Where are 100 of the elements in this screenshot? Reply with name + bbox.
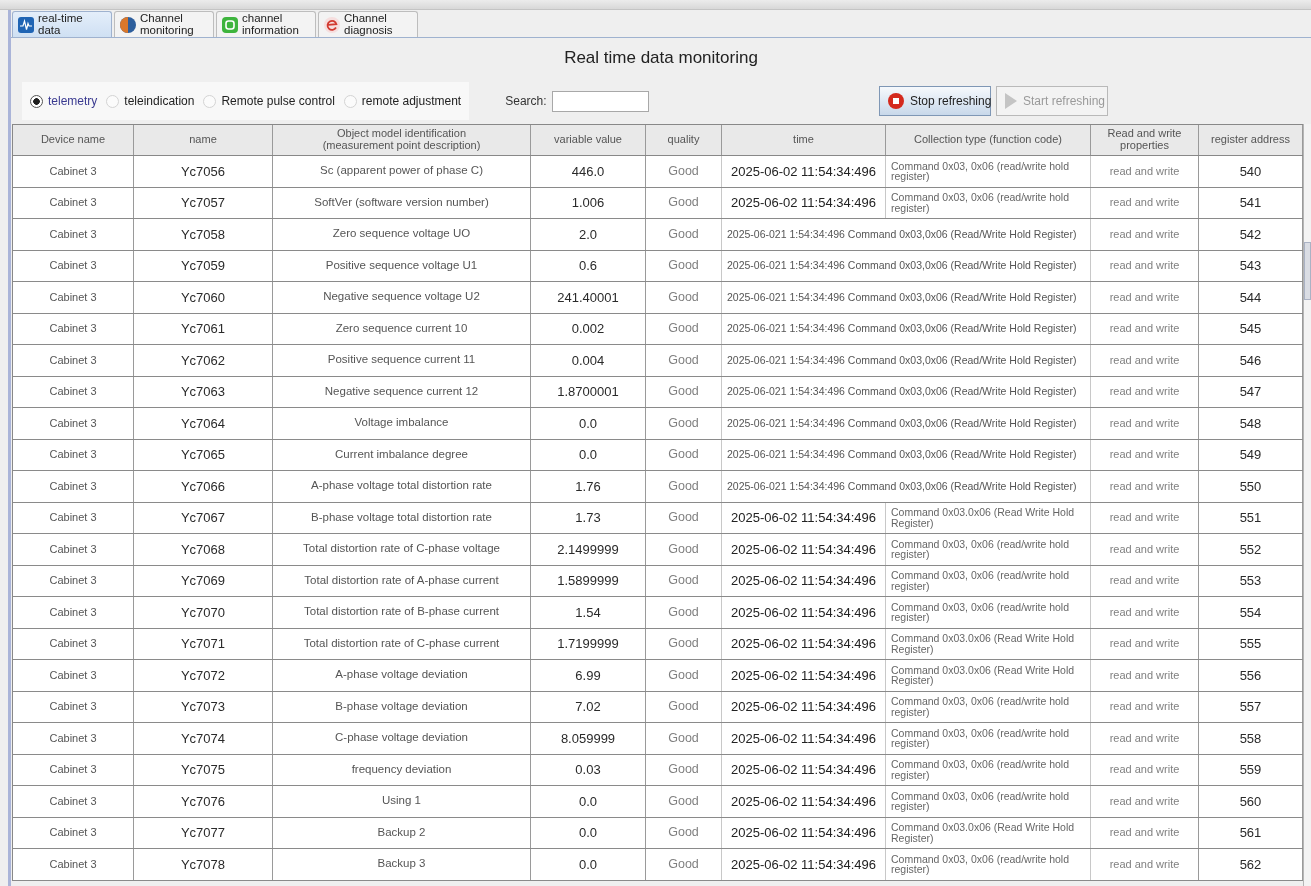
- table-cell: 2025-06-02 11:54:34:496: [722, 502, 886, 533]
- waveform-icon: [18, 16, 34, 33]
- table-cell: 2025-06-021 1:54:34:496 Command 0x03,0x06 (Read/Write Hold Register): [722, 439, 1091, 470]
- tab[interactable]: Channel diagnosis: [318, 11, 418, 37]
- table-cell: 6.99: [531, 660, 646, 691]
- search-field[interactable]: [551, 90, 649, 112]
- table-cell: A-phase voltage total distortion rate: [273, 471, 531, 502]
- tab[interactable]: real-time data: [12, 11, 112, 37]
- table-cell: read and write: [1091, 439, 1199, 470]
- table-cell: 2025-06-02 11:54:34:496: [722, 786, 886, 817]
- table-cell: Yc7057: [134, 187, 273, 218]
- table-cell: Cabinet 3: [13, 156, 134, 187]
- page-title: Real time data monitoring: [564, 48, 758, 68]
- table-cell: 1.73: [531, 502, 646, 533]
- table-cell: frequency deviation: [273, 754, 531, 785]
- table-cell: Cabinet 3: [13, 408, 134, 439]
- radio-circle-icon[interactable]: [30, 94, 43, 108]
- table-cell: Voltage imbalance: [273, 408, 531, 439]
- table-cell: read and write: [1091, 754, 1199, 785]
- scrollbar[interactable]: [1303, 124, 1311, 886]
- table-cell: read and write: [1091, 660, 1199, 691]
- table-cell: Yc7068: [134, 534, 273, 565]
- table-cell: Command 0x03, 0x06 (read/write hold register): [886, 754, 1091, 785]
- table-cell: read and write: [1091, 156, 1199, 187]
- table-cell: Command 0x03.0x06 (Read Write Hold Register): [886, 502, 1091, 533]
- table-cell: read and write: [1091, 282, 1199, 313]
- table-cell: Cabinet 3: [13, 187, 134, 218]
- table-cell: Zero sequence voltage UO: [273, 219, 531, 250]
- column-header: Collection type (function code): [886, 125, 1091, 155]
- table-cell: 2.1499999: [531, 534, 646, 565]
- table-cell: 0.03: [531, 754, 646, 785]
- table-cell: Yc7067: [134, 502, 273, 533]
- table-cell: read and write: [1091, 723, 1199, 754]
- table-cell: 1.5899999: [531, 565, 646, 596]
- radio-option[interactable]: Remote pulse control: [203, 94, 335, 108]
- table-cell: read and write: [1091, 313, 1199, 344]
- table-cell: Total distortion rate of C-phase current: [273, 628, 531, 659]
- table-cell: Cabinet 3: [13, 471, 134, 502]
- table-cell: 2025-06-02 11:54:34:496: [722, 156, 886, 187]
- table-cell: read and write: [1091, 817, 1199, 848]
- refresh-button[interactable]: Stop refreshing: [879, 86, 991, 116]
- search-label: Search:: [505, 94, 547, 108]
- radio-option[interactable]: remote adjustment: [343, 94, 462, 108]
- table-cell: Cabinet 3: [13, 723, 134, 754]
- table-cell: 7.02: [531, 691, 646, 722]
- table-cell: Good: [646, 219, 722, 250]
- table-cell: read and write: [1091, 628, 1199, 659]
- column-header: Object model identification (measurement point description): [273, 125, 531, 155]
- table-cell: 2025-06-021 1:54:34:496 Command 0x03,0x06 (Read/Write Hold Register): [722, 376, 1091, 407]
- table-cell: Good: [646, 754, 722, 785]
- table-cell: 1.54: [531, 597, 646, 628]
- table-cell: 2025-06-021 1:54:34:496 Command 0x03,0x06 (Read/Write Hold Register): [722, 219, 1091, 250]
- table-cell: 2025-06-021 1:54:34:496 Command 0x03,0x06 (Read/Write Hold Register): [722, 408, 1091, 439]
- table-cell: Cabinet 3: [13, 817, 134, 848]
- radio-option[interactable]: teleindication: [106, 94, 195, 108]
- table-cell: Positive sequence voltage U1: [273, 250, 531, 281]
- tab[interactable]: Channel monitoring: [114, 11, 214, 37]
- table-cell: Good: [646, 565, 722, 596]
- table-cell: Total distortion rate of B-phase current: [273, 597, 531, 628]
- table-cell: Cabinet 3: [13, 660, 134, 691]
- table-cell: 1.7199999: [531, 628, 646, 659]
- table-cell: Command 0x03, 0x06 (read/write hold register): [886, 187, 1091, 218]
- table-cell: 2025-06-02 11:54:34:496: [722, 534, 886, 565]
- table-cell: B-phase voltage deviation: [273, 691, 531, 722]
- table-cell: Good: [646, 817, 722, 848]
- table-cell: Good: [646, 660, 722, 691]
- table-cell: Cabinet 3: [13, 376, 134, 407]
- table-cell: read and write: [1091, 786, 1199, 817]
- table-cell: Zero sequence current 10: [273, 313, 531, 344]
- table-cell: Good: [646, 156, 722, 187]
- column-header: Read and write properties: [1091, 125, 1199, 155]
- table-cell: Yc7066: [134, 471, 273, 502]
- table-cell: Yc7063: [134, 376, 273, 407]
- table-cell: Cabinet 3: [13, 282, 134, 313]
- table-cell: 0.0: [531, 849, 646, 880]
- table-cell: Yc7069: [134, 565, 273, 596]
- table-cell: Command 0x03, 0x06 (read/write hold register): [886, 597, 1091, 628]
- table-cell: Yc7070: [134, 597, 273, 628]
- table-cell: 2025-06-02 11:54:34:496: [722, 817, 886, 848]
- table-cell: Cabinet 3: [13, 597, 134, 628]
- radio-option[interactable]: telemetry: [30, 94, 98, 108]
- table-cell: Cabinet 3: [13, 313, 134, 344]
- table-cell: Command 0x03.0x06 (Read Write Hold Register): [886, 660, 1091, 691]
- table-cell: Good: [646, 345, 722, 376]
- tab[interactable]: channel information: [216, 11, 316, 37]
- table-cell: 2025-06-021 1:54:34:496 Command 0x03,0x06 (Read/Write Hold Register): [722, 313, 1091, 344]
- table-cell: C-phase voltage deviation: [273, 723, 531, 754]
- table-cell: 1.006: [531, 187, 646, 218]
- column-header: variable value: [531, 125, 646, 155]
- table-cell: Yc7065: [134, 439, 273, 470]
- table-cell: Cabinet 3: [13, 345, 134, 376]
- table-cell: Yc7075: [134, 754, 273, 785]
- column-header: time: [722, 125, 886, 155]
- table-cell: Command 0x03, 0x06 (read/write hold register): [886, 786, 1091, 817]
- table-cell: Yc7064: [134, 408, 273, 439]
- table-cell: Cabinet 3: [13, 786, 134, 817]
- table-cell: 8.059999: [531, 723, 646, 754]
- table-cell: Good: [646, 534, 722, 565]
- table-cell: 2025-06-02 11:54:34:496: [722, 723, 886, 754]
- table-cell: Cabinet 3: [13, 534, 134, 565]
